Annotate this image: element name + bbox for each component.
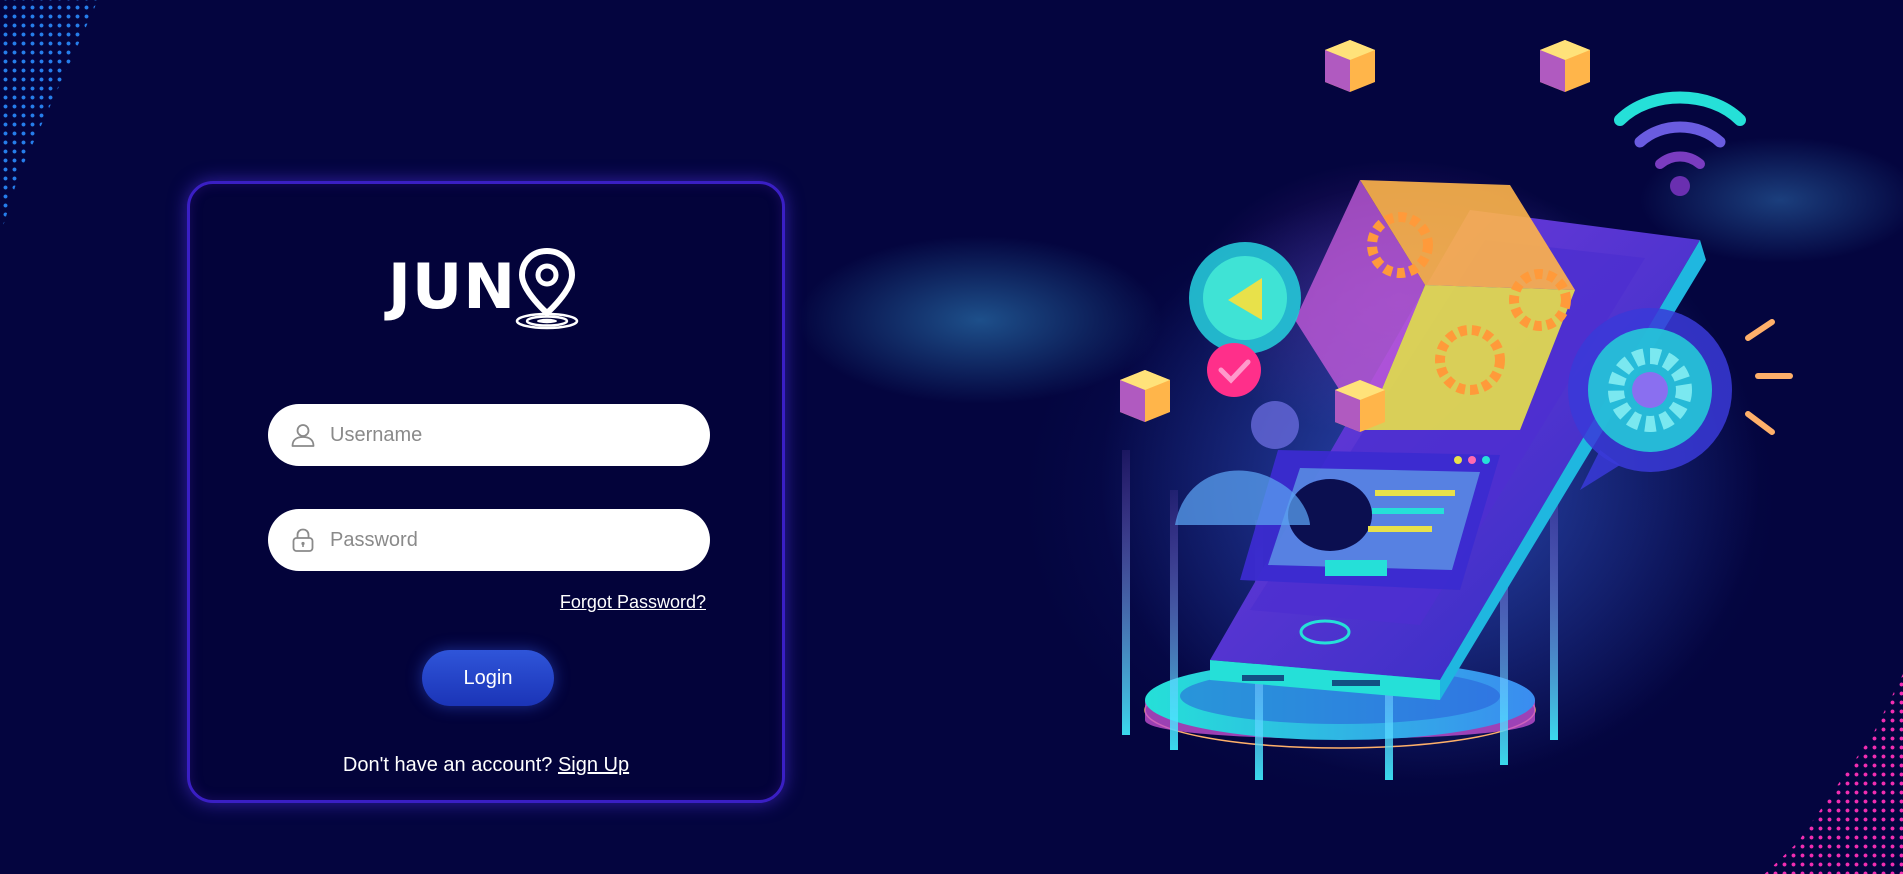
password-input[interactable] (328, 527, 692, 553)
logo-text: JUN (387, 250, 517, 323)
password-field (268, 509, 710, 571)
location-pin-icon (515, 247, 579, 330)
login-card: JUN Username Forgot Password? Login Don'… (187, 181, 785, 803)
signup-link[interactable]: Sign Up (558, 754, 629, 776)
lock-icon (290, 527, 316, 553)
user-icon (290, 422, 316, 448)
username-input[interactable] (328, 422, 692, 448)
smartphone-tech-illustration (1100, 40, 1793, 780)
login-page: JUN Username Forgot Password? Login Don'… (0, 0, 1903, 874)
username-field (268, 404, 710, 466)
login-button[interactable]: Login (422, 650, 554, 706)
signup-prompt: Don't have an account? Sign Up (190, 754, 782, 777)
forgot-password-link[interactable]: Forgot Password? (560, 592, 706, 613)
signup-prompt-text: Don't have an account? (342, 754, 553, 776)
brand-logo: JUN (190, 242, 782, 332)
